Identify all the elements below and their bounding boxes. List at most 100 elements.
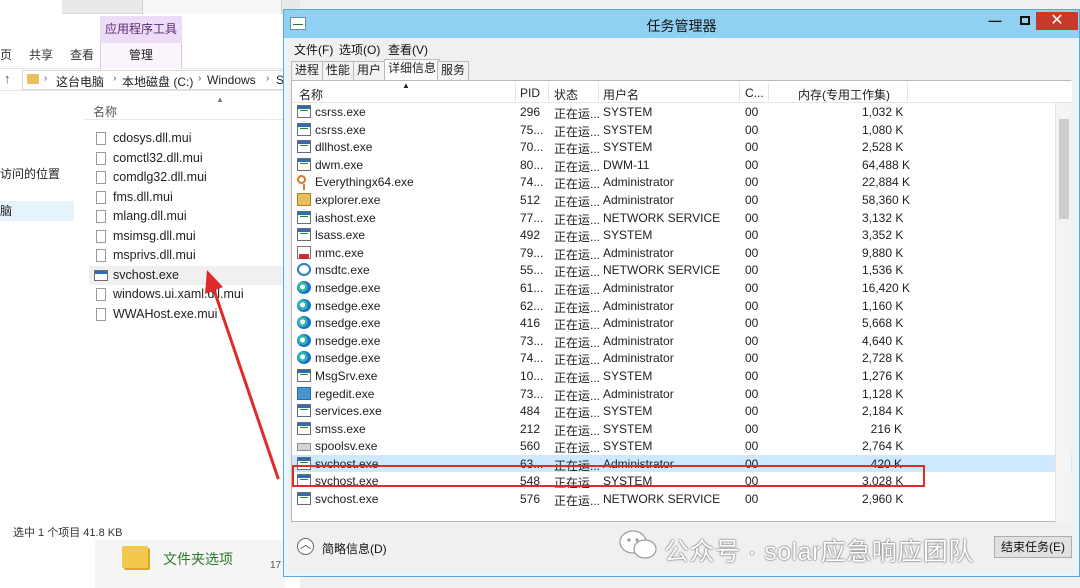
column-header-memory[interactable]: 内存(专用工作集) — [798, 86, 890, 103]
table-header: ▲ 名称 PID 状态 用户名 C... 内存(专用工作集) — [292, 81, 1072, 103]
table-row[interactable]: csrss.exe 75... 正在运... SYSTEM 00 1,080 K — [292, 121, 1072, 139]
end-task-button[interactable]: 结束任务(E) — [994, 536, 1072, 558]
table-row[interactable]: dllhost.exe 70... 正在运... SYSTEM 00 2,528 K — [292, 138, 1072, 156]
breadcrumb-this-pc[interactable]: 这台电脑 — [56, 73, 104, 90]
table-row[interactable]: regedit.exe 73... 正在运... Administrator 00 1,1… — [292, 385, 1072, 403]
table-row[interactable]: spoolsv.exe 560 正在运... SYSTEM 00 2,764 K — [292, 437, 1072, 455]
table-row[interactable]: dwm.exe 80... 正在运... DWM-11 00 64,488 K — [292, 156, 1072, 174]
process-memory: 1,536 K — [862, 263, 904, 278]
process-cpu: 00 — [745, 298, 759, 313]
process-name: mmc.exe — [315, 245, 364, 260]
process-status: 正在运... — [554, 406, 601, 421]
table-row[interactable]: csrss.exe 296 正在运... SYSTEM 00 1,032 K — [292, 103, 1072, 121]
column-header-username[interactable]: 用户名 — [603, 86, 639, 103]
maximize-button[interactable] — [1011, 12, 1039, 30]
nav-item-this-pc[interactable]: 脑 — [0, 201, 74, 221]
process-name: lsass.exe — [315, 228, 366, 243]
table-row[interactable]: msedge.exe 74... 正在运... Administrator 00 2,72… — [292, 349, 1072, 367]
chevron-up-icon[interactable]: ︿ — [297, 538, 314, 555]
table-row[interactable]: msedge.exe 61... 正在运... Administrator 00 16,4… — [292, 279, 1072, 297]
process-pid: 74... — [520, 351, 544, 366]
table-row[interactable]: iashost.exe 77... 正在运... NETWORK SERVICE 00 3… — [292, 209, 1072, 227]
process-username: Administrator — [603, 245, 674, 260]
file-list-item[interactable]: mlang.dll.mui — [89, 207, 300, 227]
tab-services[interactable]: 服务 — [437, 61, 470, 80]
application-icon — [297, 228, 311, 242]
file-list-item[interactable]: WWAHost.exe.mui — [89, 305, 300, 325]
table-row[interactable]: lsass.exe 492 正在运... SYSTEM 00 3,352 K — [292, 226, 1072, 244]
process-cpu: 00 — [745, 280, 759, 295]
file-list-item[interactable]: comdlg32.dll.mui — [89, 168, 300, 188]
menu-bar: 文件(F) 选项(O) 查看(V) — [288, 38, 1075, 58]
table-row[interactable]: mmc.exe 79... 正在运... Administrator 00 9,880 K — [292, 244, 1072, 262]
task-manager-window: 任务管理器 — ✕ 文件(F) 选项(O) 查看(V) 进程 性能 用户 详细信… — [283, 9, 1080, 577]
ribbon-tab-view[interactable]: 查看 — [70, 43, 94, 69]
process-name: msedge.exe — [315, 298, 381, 313]
up-arrow-icon[interactable]: ↑ — [4, 71, 11, 86]
process-username: SYSTEM — [603, 404, 653, 419]
process-pid: 75... — [520, 122, 544, 137]
file-name: fms.dll.mui — [113, 189, 173, 204]
file-name: svchost.exe — [113, 267, 180, 282]
tab-details[interactable]: 详细信息 — [384, 59, 441, 80]
table-row[interactable]: Everythingx64.exe 74... 正在运... Administrato… — [292, 173, 1072, 191]
breadcrumb-local-disk[interactable]: 本地磁盘 (C:) — [122, 73, 193, 90]
fewer-details-link[interactable]: 简略信息(D) — [322, 540, 387, 557]
file-list-item[interactable]: comctl32.dll.mui — [89, 149, 300, 169]
process-cpu: 00 — [745, 439, 759, 454]
scrollbar-thumb[interactable] — [1059, 119, 1069, 219]
file-explorer-window: 应用程序工具 页 共享 查看 管理 ↑ › 这台电脑 › 本地磁盘 (C:) ›… — [0, 0, 300, 588]
ribbon-tab-home[interactable]: 页 — [0, 43, 12, 69]
process-pid: 79... — [520, 245, 544, 260]
process-cpu: 00 — [745, 228, 759, 243]
column-header-name[interactable]: 名称 — [93, 103, 117, 120]
table-row[interactable]: MsgSrv.exe 10... 正在运... SYSTEM 00 1,276 K — [292, 367, 1072, 385]
menu-file[interactable]: 文件(F) — [294, 41, 333, 58]
table-row[interactable]: smss.exe 212 正在运... SYSTEM 00 216 K — [292, 420, 1072, 438]
ribbon-tab-share[interactable]: 共享 — [29, 43, 53, 69]
registry-icon — [297, 386, 311, 400]
file-list-item[interactable]: cdosys.dll.mui — [89, 129, 300, 149]
process-pid: 416 — [520, 316, 541, 331]
title-bar[interactable]: 任务管理器 — ✕ — [284, 10, 1079, 38]
menu-view[interactable]: 查看(V) — [388, 41, 428, 58]
process-name: csrss.exe — [315, 122, 366, 137]
minimize-button[interactable]: — — [981, 12, 1009, 30]
process-cpu: 00 — [745, 175, 759, 190]
column-header-pid[interactable]: PID — [520, 86, 540, 100]
folder-options-label[interactable]: 文件夹选项 — [163, 549, 233, 569]
file-list-item[interactable]: msprivs.dll.mui — [89, 246, 300, 266]
column-header-name[interactable]: 名称 — [299, 86, 323, 103]
table-row[interactable]: explorer.exe 512 正在运... Administrator 00 58,3… — [292, 191, 1072, 209]
nav-item-recent-locations[interactable]: 访问的位置 — [0, 165, 60, 182]
process-username: SYSTEM — [603, 105, 653, 119]
menu-options[interactable]: 选项(O) — [339, 41, 380, 58]
tab-processes[interactable]: 进程 — [291, 61, 324, 80]
table-row[interactable]: services.exe 484 正在运... SYSTEM 00 2,184 K — [292, 402, 1072, 420]
column-header-cpu[interactable]: C... — [745, 86, 764, 100]
file-list-item[interactable]: fms.dll.mui — [89, 188, 300, 208]
process-username: SYSTEM — [603, 439, 653, 454]
file-list-item[interactable]: windows.ui.xaml.dll.mui — [89, 285, 300, 305]
file-list-item[interactable]: svchost.exe — [89, 265, 300, 285]
process-memory: 2,764 K — [862, 439, 904, 454]
process-name: services.exe — [315, 404, 382, 419]
folder-options-icon[interactable] — [122, 546, 148, 568]
file-list-item[interactable]: msimsg.dll.mui — [89, 227, 300, 247]
tab-users[interactable]: 用户 — [353, 61, 386, 80]
column-header-status[interactable]: 状态 — [554, 86, 578, 103]
vertical-scrollbar[interactable] — [1055, 103, 1071, 523]
process-name: svchost.exe — [315, 492, 379, 507]
close-button[interactable]: ✕ — [1036, 12, 1078, 30]
edge-icon — [297, 298, 311, 312]
process-rows: csrss.exe 296 正在运... SYSTEM 00 1,032 Kcsrss.e… — [292, 103, 1072, 508]
table-row[interactable]: msedge.exe 62... 正在运... Administrator 00 1,16… — [292, 297, 1072, 315]
ribbon-tab-manage[interactable]: 管理 — [100, 43, 182, 69]
process-username: Administrator — [603, 316, 674, 331]
breadcrumb-windows[interactable]: Windows — [207, 73, 256, 87]
table-row[interactable]: msedge.exe 73... 正在运... Administrator 00 4,64… — [292, 332, 1072, 350]
table-row[interactable]: msedge.exe 416 正在运... Administrator 00 5,668 … — [292, 314, 1072, 332]
tab-performance[interactable]: 性能 — [322, 61, 355, 80]
table-row[interactable]: svchost.exe 576 正在运... NETWORK SERVICE 00 2,9… — [292, 490, 1072, 508]
table-row[interactable]: msdtc.exe 55... 正在运... NETWORK SERVICE 00 1,5… — [292, 261, 1072, 279]
